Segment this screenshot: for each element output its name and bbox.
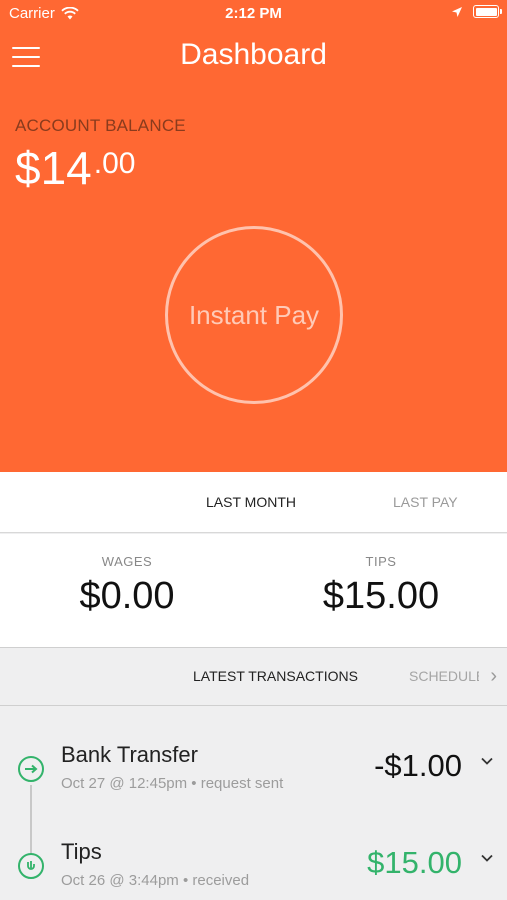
transaction-amount: -$1.00 [374,748,462,783]
tips-stat: TIPS $15.00 [254,554,507,618]
location-arrow-icon [452,6,462,17]
tab-scheduled[interactable]: SCHEDULED [409,668,479,684]
wages-label: WAGES [101,554,153,569]
instant-pay-button[interactable]: Instant Pay [165,226,343,404]
transaction-amount: $15.00 [367,845,462,880]
list-item[interactable]: Tips Oct 26 @ 3:44pm • received $15.00 [0,839,507,900]
wages-value: $0.00 [79,575,175,617]
tips-label: TIPS [365,554,397,569]
earnings-summary: WAGES $0.00 TIPS $15.00 [0,534,507,647]
period-tabs: LAST MONTH LAST PAY [0,472,507,533]
battery-icon [473,5,502,18]
transaction-list: Bank Transfer Oct 27 @ 12:45pm • request… [0,707,507,900]
hero-panel: Carrier 2:12 PM Dashboard ACCOUNT BALANC… [0,0,507,472]
status-bar: Carrier 2:12 PM [0,0,507,28]
tab-last-month[interactable]: LAST MONTH [206,494,296,510]
balance-amount: $14.00 [15,145,135,191]
chevron-down-icon[interactable] [480,851,494,865]
page-title: Dashboard [180,38,327,71]
list-item[interactable]: Bank Transfer Oct 27 @ 12:45pm • request… [0,742,507,812]
chevron-down-icon[interactable] [480,754,494,768]
transaction-tabs: LATEST TRANSACTIONS SCHEDULED › [0,647,507,706]
status-time: 2:12 PM [225,5,282,22]
transaction-subtitle: Oct 27 @ 12:45pm • request sent [61,775,284,792]
wages-stat: WAGES $0.00 [0,554,254,618]
status-indicators [451,5,502,18]
instant-pay-label: Instant Pay [188,299,320,330]
tips-value: $15.00 [322,575,440,617]
balance-cents: .00 [93,147,136,180]
tips-icon [18,853,44,879]
transaction-title: Tips [61,839,102,864]
chevron-right-icon[interactable]: › [490,665,497,688]
tab-latest-transactions[interactable]: LATEST TRANSACTIONS [193,668,358,684]
balance-dollars: $14 [15,142,92,194]
transfer-icon [18,756,44,782]
transaction-title: Bank Transfer [61,742,198,767]
transaction-subtitle: Oct 26 @ 3:44pm • received [61,872,250,889]
tab-last-pay[interactable]: LAST PAY [393,494,458,510]
balance-label: ACCOUNT BALANCE [15,116,186,135]
